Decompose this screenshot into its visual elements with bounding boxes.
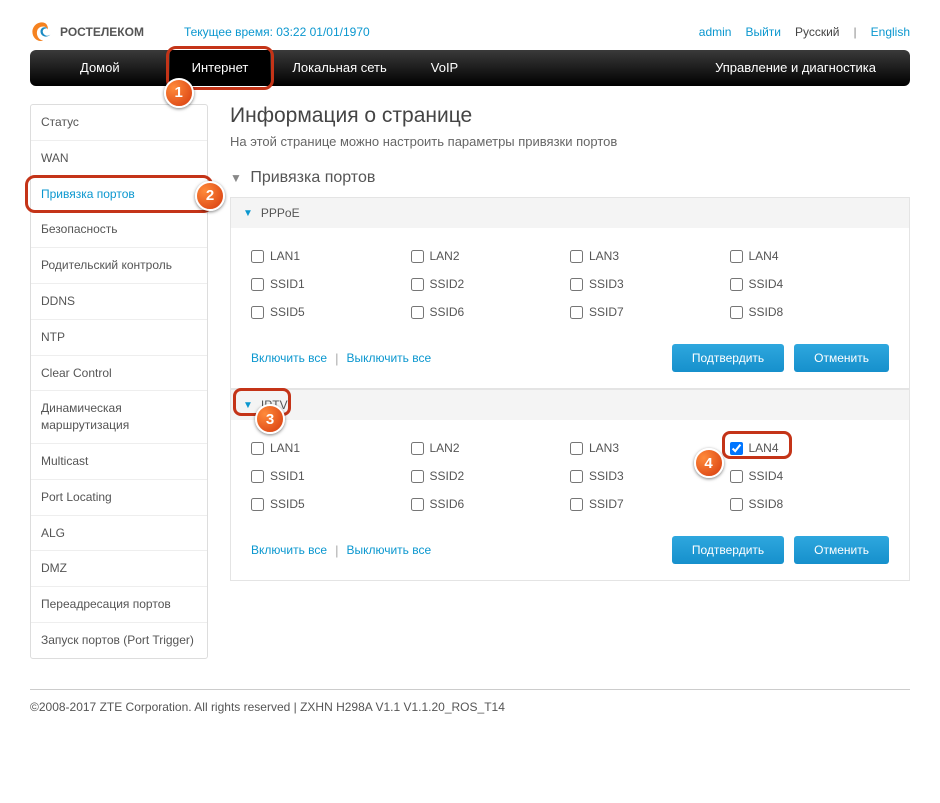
group-iptv: ▼ IPTV 3 LAN1 LAN2 LAN3 LAN4 4: [230, 389, 910, 581]
main-nav: Домой Интернет 1 Локальная сеть VoIP Упр…: [30, 50, 910, 86]
sidebar-item-parental[interactable]: Родительский контроль: [31, 248, 207, 284]
sidebar-item-port-forward[interactable]: Переадресация портов: [31, 587, 207, 623]
checkbox-ssid4[interactable]: [730, 278, 743, 291]
checkbox-ssid2[interactable]: [411, 470, 424, 483]
enable-all-link[interactable]: Включить все: [251, 351, 327, 365]
marker-3: 3: [255, 404, 285, 434]
port-ssid5[interactable]: SSID5: [251, 298, 411, 326]
lang-ru[interactable]: Русский: [795, 25, 840, 39]
checkbox-lan4[interactable]: [730, 250, 743, 263]
chevron-down-icon: ▼: [243, 208, 253, 219]
page-title: Информация о странице: [230, 104, 910, 128]
confirm-button[interactable]: Подтвердить: [672, 344, 784, 372]
disable-all-link[interactable]: Выключить все: [346, 351, 431, 365]
page-desc: На этой странице можно настроить парамет…: [230, 134, 910, 149]
chevron-down-icon: ▼: [230, 171, 242, 185]
marker-2: 2: [195, 181, 225, 211]
port-ssid1[interactable]: SSID1: [251, 462, 411, 490]
sidebar-item-dmz[interactable]: DMZ: [31, 551, 207, 587]
checkbox-ssid8[interactable]: [730, 306, 743, 319]
nav-diag[interactable]: Управление и диагностика: [693, 50, 910, 86]
group-pppoe: ▼ PPPoE LAN1 LAN2 LAN3 LAN4 SSID1 SSID2 …: [230, 197, 910, 389]
checkbox-ssid8[interactable]: [730, 498, 743, 511]
port-ssid3[interactable]: SSID3: [570, 270, 730, 298]
sidebar-item-ntp[interactable]: NTP: [31, 320, 207, 356]
port-ssid4[interactable]: SSID4: [730, 270, 890, 298]
footer: ©2008-2017 ZTE Corporation. All rights r…: [30, 689, 910, 714]
disable-all-link[interactable]: Выключить все: [346, 543, 431, 557]
checkbox-ssid1[interactable]: [251, 470, 264, 483]
sidebar-item-wan[interactable]: WAN: [31, 141, 207, 177]
logout-link[interactable]: Выйти: [745, 25, 781, 39]
port-ssid7[interactable]: SSID7: [570, 298, 730, 326]
sidebar-item-port-trigger[interactable]: Запуск портов (Port Trigger): [31, 623, 207, 658]
port-lan4[interactable]: LAN4: [730, 242, 890, 270]
sidebar-item-port-binding[interactable]: Привязка портов 2: [31, 177, 207, 213]
checkbox-lan3[interactable]: [570, 442, 583, 455]
sidebar-item-port-locating[interactable]: Port Locating: [31, 480, 207, 516]
checkbox-ssid6[interactable]: [411, 498, 424, 511]
checkbox-ssid3[interactable]: [570, 470, 583, 483]
port-lan2[interactable]: LAN2: [411, 242, 571, 270]
port-ssid6[interactable]: SSID6: [411, 490, 571, 518]
cancel-button[interactable]: Отменить: [794, 536, 889, 564]
checkbox-ssid5[interactable]: [251, 306, 264, 319]
sidebar: Статус WAN Привязка портов 2 Безопасност…: [30, 104, 208, 659]
brand-logo: РОСТЕЛЕКОМ: [30, 20, 144, 44]
lang-en[interactable]: English: [871, 25, 910, 39]
nav-lan[interactable]: Локальная сеть: [270, 50, 408, 86]
checkbox-lan2[interactable]: [411, 442, 424, 455]
port-lan1[interactable]: LAN1: [251, 434, 411, 462]
nav-home[interactable]: Домой: [30, 50, 170, 86]
current-time: Текущее время: 03:22 01/01/1970: [184, 25, 370, 39]
cancel-button[interactable]: Отменить: [794, 344, 889, 372]
logo-icon: [30, 20, 54, 44]
sidebar-item-ddns[interactable]: DDNS: [31, 284, 207, 320]
marker-1: 1: [164, 78, 194, 108]
user-link[interactable]: admin: [699, 25, 732, 39]
group-head-pppoe[interactable]: ▼ PPPoE: [231, 198, 909, 228]
checkbox-ssid6[interactable]: [411, 306, 424, 319]
checkbox-ssid3[interactable]: [570, 278, 583, 291]
nav-internet[interactable]: Интернет 1: [170, 50, 271, 86]
port-lan3[interactable]: LAN3: [570, 242, 730, 270]
port-ssid8[interactable]: SSID8: [730, 490, 890, 518]
port-lan2[interactable]: LAN2: [411, 434, 571, 462]
checkbox-lan1[interactable]: [251, 250, 264, 263]
port-ssid2[interactable]: SSID2: [411, 462, 571, 490]
port-ssid8[interactable]: SSID8: [730, 298, 890, 326]
brand-text: РОСТЕЛЕКОМ: [60, 25, 144, 39]
checkbox-lan2[interactable]: [411, 250, 424, 263]
chevron-down-icon: ▼: [243, 400, 253, 411]
checkbox-ssid7[interactable]: [570, 498, 583, 511]
checkbox-ssid4[interactable]: [730, 470, 743, 483]
port-ssid2[interactable]: SSID2: [411, 270, 571, 298]
checkbox-ssid1[interactable]: [251, 278, 264, 291]
nav-voip[interactable]: VoIP: [409, 50, 480, 86]
port-ssid7[interactable]: SSID7: [570, 490, 730, 518]
top-right-links: admin Выйти Русский | English: [699, 25, 910, 39]
group-head-iptv[interactable]: ▼ IPTV 3: [231, 390, 909, 420]
checkbox-lan3[interactable]: [570, 250, 583, 263]
enable-all-link[interactable]: Включить все: [251, 543, 327, 557]
checkbox-ssid7[interactable]: [570, 306, 583, 319]
checkbox-ssid2[interactable]: [411, 278, 424, 291]
sidebar-item-security[interactable]: Безопасность: [31, 212, 207, 248]
port-ssid1[interactable]: SSID1: [251, 270, 411, 298]
marker-4: 4: [694, 448, 724, 478]
sidebar-item-dyn-route[interactable]: Динамическая маршрутизация: [31, 391, 207, 444]
checkbox-ssid5[interactable]: [251, 498, 264, 511]
port-lan1[interactable]: LAN1: [251, 242, 411, 270]
section-header: ▼ Привязка портов: [230, 169, 910, 187]
port-ssid6[interactable]: SSID6: [411, 298, 571, 326]
checkbox-lan4[interactable]: [730, 442, 743, 455]
sidebar-item-alg[interactable]: ALG: [31, 516, 207, 552]
checkbox-lan1[interactable]: [251, 442, 264, 455]
confirm-button[interactable]: Подтвердить: [672, 536, 784, 564]
sidebar-item-multicast[interactable]: Multicast: [31, 444, 207, 480]
port-ssid4[interactable]: SSID4: [730, 462, 890, 490]
port-lan4[interactable]: LAN4 4: [730, 434, 890, 462]
sidebar-item-clear-control[interactable]: Clear Control: [31, 356, 207, 392]
port-ssid5[interactable]: SSID5: [251, 490, 411, 518]
